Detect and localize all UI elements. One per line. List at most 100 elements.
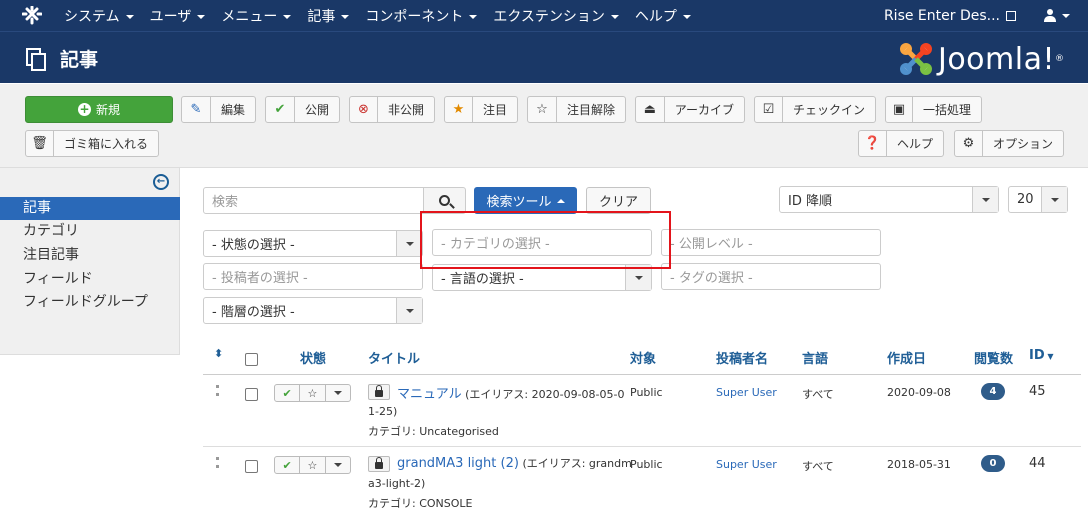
language-filter-value: - 言語の選択 - xyxy=(441,272,524,287)
published-check-icon[interactable]: ✔ xyxy=(275,385,301,401)
menu-users[interactable]: ユーザ xyxy=(150,6,206,26)
author-link[interactable]: Super User xyxy=(716,386,777,399)
chevron-down-icon[interactable] xyxy=(1062,13,1070,18)
column-hits[interactable]: 閲覧数 xyxy=(974,348,1013,367)
access-cell: Public xyxy=(630,386,663,399)
joomla-logo-icon xyxy=(899,43,932,75)
limit-value: 20 xyxy=(1017,192,1034,207)
limit-select[interactable]: 20 xyxy=(1008,186,1068,213)
article-category: カテゴリ: CONSOLE xyxy=(368,497,473,510)
article-title-link[interactable]: マニュアル xyxy=(397,387,462,402)
help-button[interactable]: ❓ ヘルプ xyxy=(858,130,944,157)
search-input[interactable]: 検索 xyxy=(203,187,424,214)
gear-icon: ⚙ xyxy=(955,131,983,156)
actions-dropdown[interactable] xyxy=(326,457,350,473)
sort-order-icon[interactable]: ⬍ xyxy=(214,347,223,360)
clear-button[interactable]: クリア xyxy=(586,187,651,214)
drag-handle-icon[interactable] xyxy=(216,457,219,468)
column-id[interactable]: ID ▼ xyxy=(1029,348,1054,363)
ordering-select[interactable]: ID 降順 xyxy=(779,186,999,213)
trash-button[interactable]: 🗑 ゴミ箱に入れる xyxy=(25,130,159,157)
highlight-box xyxy=(420,211,671,269)
select-all-checkbox[interactable] xyxy=(245,353,258,366)
collapse-sidebar-icon[interactable]: ← xyxy=(153,174,169,190)
sidebar-item-articles[interactable]: 記事 xyxy=(0,197,180,220)
star-outline-icon[interactable]: ☆ xyxy=(300,457,326,473)
column-access[interactable]: 対象 xyxy=(630,348,656,367)
chevron-down-icon xyxy=(341,14,350,19)
hits-badge: 0 xyxy=(981,455,1005,472)
search-tools-label: 検索ツール xyxy=(486,195,552,210)
brand-wordmark: Joomla! xyxy=(937,41,1055,77)
author-link[interactable]: Super User xyxy=(716,458,777,471)
external-link-icon xyxy=(1006,10,1016,21)
article-title-link[interactable]: grandMA3 light (2) xyxy=(397,456,519,471)
chevron-up-icon xyxy=(556,198,565,203)
menu-help[interactable]: ヘルプ xyxy=(635,6,691,26)
archive-button[interactable]: ⏏ アーカイブ xyxy=(635,96,745,123)
star-outline-icon[interactable]: ☆ xyxy=(300,385,326,401)
chevron-down-icon xyxy=(283,14,292,19)
site-link[interactable]: Rise Enter Des... xyxy=(884,8,1016,24)
menu-content[interactable]: 記事 xyxy=(307,6,350,26)
chevron-down-icon xyxy=(469,14,478,19)
author-filter[interactable]: - 投稿者の選択 - xyxy=(203,263,423,290)
feature-button[interactable]: ★ 注目 xyxy=(444,96,518,123)
language-cell: すべて xyxy=(802,460,834,473)
trash-icon: 🗑 xyxy=(26,131,54,156)
column-author[interactable]: 投稿者名 xyxy=(716,348,768,367)
options-button[interactable]: ⚙ オプション xyxy=(954,130,1064,157)
menu-extensions[interactable]: エクステンション xyxy=(493,6,619,26)
column-created[interactable]: 作成日 xyxy=(887,348,926,367)
article-alias-cont: 1-25) xyxy=(368,405,398,418)
chevron-down-icon xyxy=(610,14,619,19)
row-checkbox[interactable] xyxy=(245,460,258,473)
menu-components[interactable]: コンポーネント xyxy=(365,6,478,26)
actions-dropdown[interactable] xyxy=(326,385,350,401)
search-button[interactable] xyxy=(423,187,466,214)
status-filter[interactable]: - 状態の選択 - xyxy=(203,230,423,257)
sidebar-item-field-groups[interactable]: フィールドグループ xyxy=(0,291,180,314)
joomla-icon[interactable] xyxy=(22,6,42,26)
access-filter[interactable]: - 公開レベル - xyxy=(661,229,881,256)
page-header: 記事 Joomla! ® xyxy=(0,31,1088,83)
menu-system[interactable]: システム xyxy=(64,6,134,26)
column-id-label: ID xyxy=(1029,348,1045,363)
level-filter[interactable]: - 階層の選択 - xyxy=(203,297,423,324)
column-title[interactable]: タイトル xyxy=(368,348,420,367)
sidebar-item-fields[interactable]: フィールド xyxy=(0,268,180,291)
unpublish-icon: ⊗ xyxy=(350,97,378,122)
column-status[interactable]: 状態 xyxy=(300,348,326,367)
edit-button[interactable]: ✎ 編集 xyxy=(181,96,256,123)
user-icon[interactable] xyxy=(1044,9,1056,22)
dropdown-arrow-icon xyxy=(1041,187,1067,212)
joomla-logo: Joomla! ® xyxy=(898,40,1064,78)
row-checkbox[interactable] xyxy=(245,388,258,401)
sidebar-item-featured[interactable]: 注目記事 xyxy=(0,244,180,267)
checkin-button[interactable]: ☑ チェックイン xyxy=(754,96,876,123)
publish-button[interactable]: ✔ 公開 xyxy=(265,96,340,123)
unpublish-label: 非公開 xyxy=(387,103,424,117)
plus-icon: + xyxy=(77,102,91,116)
dropdown-arrow-icon xyxy=(972,187,998,212)
published-check-icon[interactable]: ✔ xyxy=(275,457,301,473)
archive-icon: ⏏ xyxy=(636,97,665,122)
tag-filter[interactable]: - タグの選択 - xyxy=(661,263,881,290)
menu-menus[interactable]: メニュー xyxy=(221,6,292,26)
created-cell: 2018-05-31 xyxy=(887,458,951,471)
lock-icon[interactable] xyxy=(368,456,390,472)
unpublish-button[interactable]: ⊗ 非公開 xyxy=(349,96,435,123)
column-language[interactable]: 言語 xyxy=(802,348,828,367)
new-button[interactable]: + 新規 xyxy=(25,96,173,123)
row-divider xyxy=(203,446,1081,447)
batch-button[interactable]: ▣ 一括処理 xyxy=(885,96,982,123)
sidebar-item-categories[interactable]: カテゴリ xyxy=(0,220,180,243)
unfeature-button[interactable]: ☆ 注目解除 xyxy=(527,96,626,123)
check-icon: ✔ xyxy=(266,97,295,122)
lock-icon[interactable] xyxy=(368,384,390,400)
search-tools-button[interactable]: 検索ツール xyxy=(474,187,577,214)
dropdown-arrow-icon xyxy=(396,231,422,256)
drag-handle-icon[interactable] xyxy=(216,385,219,396)
publish-label: 公開 xyxy=(304,103,329,117)
new-label: 新規 xyxy=(95,103,120,117)
